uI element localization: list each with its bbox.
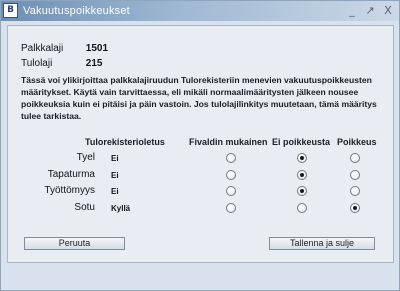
radio-tyel-fivaldi[interactable] bbox=[226, 153, 236, 163]
radio-sotu-fivaldi[interactable] bbox=[226, 203, 236, 213]
radio-tyottomyys-exception[interactable] bbox=[350, 186, 360, 196]
cancel-button[interactable]: Peruuta bbox=[24, 237, 125, 250]
row-default-tapaturma: Ei bbox=[111, 171, 119, 180]
window-title: Vakuutuspoikkeukset bbox=[23, 5, 130, 17]
palkkalaji-label: Palkkalaji bbox=[21, 43, 64, 54]
header-ei-poikkeusta: Ei poikkeusta bbox=[272, 137, 331, 147]
description-text: Tässä voi ylikirjoittaa palkkalajiruudun… bbox=[21, 75, 377, 121]
palkkalaji-row: Palkkalaji 1501 bbox=[21, 43, 108, 54]
radio-tyottomyys-no-exception[interactable] bbox=[297, 186, 307, 196]
window-controls: _ ↗ X bbox=[345, 4, 395, 18]
radio-tapaturma-no-exception[interactable] bbox=[297, 170, 307, 180]
row-label-sotu: Sotu bbox=[74, 202, 95, 213]
radio-sotu-exception[interactable] bbox=[350, 203, 360, 213]
tulolaji-label: Tulolaji bbox=[21, 58, 53, 69]
header-fivaldin-mukainen: Fivaldin mukainen bbox=[189, 137, 268, 147]
header-poikkeus: Poikkeus bbox=[337, 137, 377, 147]
row-default-tyel: Ei bbox=[111, 154, 119, 163]
close-icon[interactable]: X bbox=[381, 4, 395, 18]
row-label-tyel: Tyel bbox=[76, 152, 95, 163]
radio-tapaturma-fivaldi[interactable] bbox=[226, 170, 236, 180]
row-default-tyottomyys: Ei bbox=[111, 187, 119, 196]
header-tulorekisterioletus: Tulorekisterioletus bbox=[85, 137, 165, 147]
save-and-close-button[interactable]: Tallenna ja sulje bbox=[269, 237, 375, 250]
radio-sotu-no-exception[interactable] bbox=[297, 203, 307, 213]
title-bar[interactable]: B Vakuutuspoikkeukset _ ↗ X bbox=[1, 1, 399, 21]
row-label-tyottomyys: Työttömyys bbox=[44, 185, 95, 196]
palkkalaji-value: 1501 bbox=[85, 43, 109, 54]
dialog-window: B Vakuutuspoikkeukset _ ↗ X Palkkalaji 1… bbox=[0, 0, 400, 291]
minimize-icon[interactable]: _ bbox=[345, 4, 359, 18]
app-logo-icon: B bbox=[3, 3, 18, 18]
radio-tyel-exception[interactable] bbox=[350, 153, 360, 163]
tulolaji-row: Tulolaji 215 bbox=[21, 58, 102, 69]
radio-tapaturma-exception[interactable] bbox=[350, 170, 360, 180]
radio-tyottomyys-fivaldi[interactable] bbox=[226, 186, 236, 196]
row-default-sotu: Kyllä bbox=[111, 204, 131, 213]
maximize-icon[interactable]: ↗ bbox=[363, 4, 377, 18]
row-label-tapaturma: Tapaturma bbox=[47, 169, 95, 180]
radio-tyel-no-exception[interactable] bbox=[297, 153, 307, 163]
tulolaji-value: 215 bbox=[85, 58, 103, 69]
